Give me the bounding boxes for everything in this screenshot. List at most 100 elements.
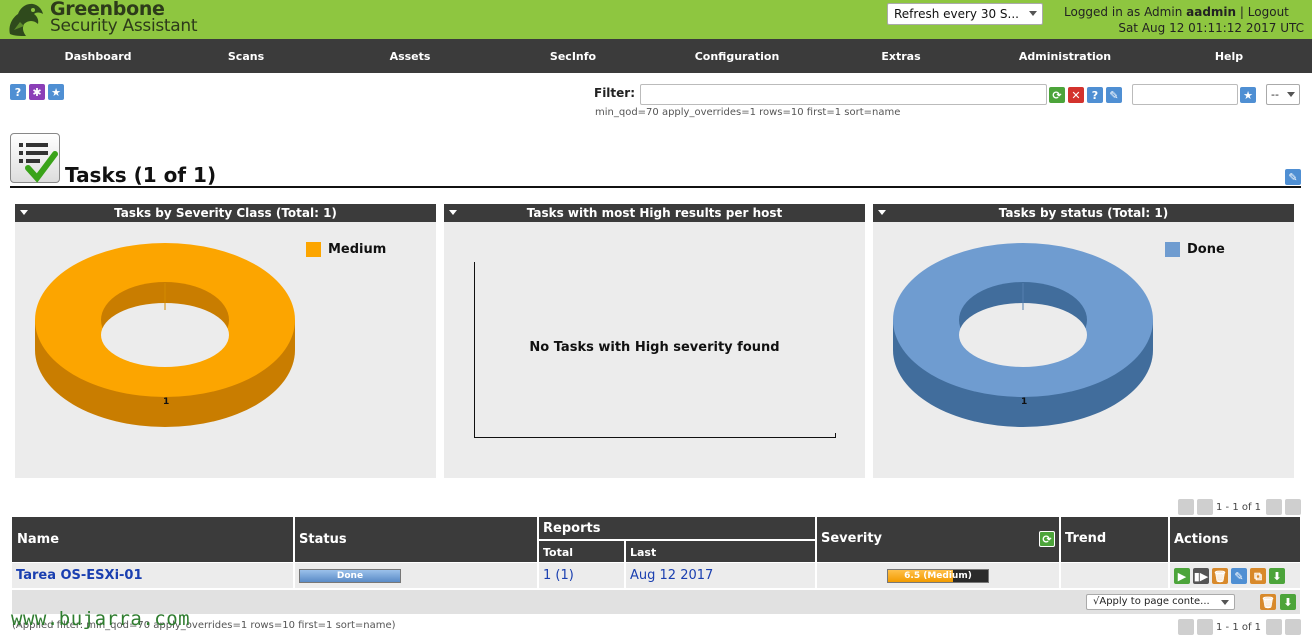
chart-severity-class: Tasks by Severity Class (Total: 1) 1 Med… xyxy=(15,204,436,478)
col-actions: Actions xyxy=(1170,517,1300,562)
empty-message: No Tasks with High severity found xyxy=(529,340,780,355)
star-icon[interactable]: ★ xyxy=(48,84,64,100)
user-role: Admin xyxy=(1144,5,1183,19)
filter-input[interactable] xyxy=(640,84,1047,105)
donut-value-label: 1 xyxy=(1021,397,1028,407)
refresh-icon[interactable]: ⟳ xyxy=(1049,87,1065,103)
overrides-icon[interactable]: ⟳ xyxy=(1039,531,1055,547)
bulk-export-icon[interactable]: ⬇ xyxy=(1280,594,1296,610)
nav-administration[interactable]: Administration xyxy=(1019,50,1111,63)
filter-string: min_qod=70 apply_overrides=1 rows=10 fir… xyxy=(595,107,901,118)
legend-swatch-medium xyxy=(306,242,321,257)
cell-reports-last: Aug 12 2017 xyxy=(626,563,815,588)
nav-dashboard[interactable]: Dashboard xyxy=(64,50,131,63)
nav-configuration[interactable]: Configuration xyxy=(695,50,780,63)
wizard-icon[interactable]: ✱ xyxy=(29,84,45,100)
chart-header[interactable]: Tasks with most High results per host xyxy=(444,204,865,222)
x-axis xyxy=(474,437,836,438)
resume-icon[interactable]: ▮▶ xyxy=(1193,568,1209,584)
col-name[interactable]: Name xyxy=(12,517,293,562)
filter-label: Filter: xyxy=(594,86,636,100)
filter-name-input[interactable] xyxy=(1132,84,1238,105)
severity-bar: 6.5 (Medium) xyxy=(887,569,989,583)
nav-extras[interactable]: Extras xyxy=(881,50,920,63)
first-page-icon[interactable] xyxy=(1178,619,1194,635)
chevron-down-icon xyxy=(1287,92,1295,97)
filter-select[interactable]: -- xyxy=(1266,84,1300,105)
edit-filter-icon[interactable]: ✎ xyxy=(1106,87,1122,103)
nav-assets[interactable]: Assets xyxy=(390,50,431,63)
col-reports-total[interactable]: Total xyxy=(539,541,624,562)
legend-swatch-done xyxy=(1165,242,1180,257)
question-icon[interactable]: ? xyxy=(10,84,26,100)
last-page-icon[interactable] xyxy=(1285,499,1301,515)
start-icon[interactable]: ▶ xyxy=(1174,568,1190,584)
watermark: www.bujarra.com xyxy=(11,608,191,630)
legend-done: Done xyxy=(1187,242,1225,257)
nav-scans[interactable]: Scans xyxy=(228,50,264,63)
prev-page-icon[interactable] xyxy=(1197,499,1213,515)
cell-severity: 6.5 (Medium) xyxy=(817,563,1059,588)
tasks-icon xyxy=(10,133,60,183)
cell-status: Done xyxy=(295,563,537,588)
chart-high-results: Tasks with most High results per host No… xyxy=(444,204,865,478)
next-page-icon[interactable] xyxy=(1266,499,1282,515)
bulk-apply-select[interactable]: √Apply to page conte... xyxy=(1086,594,1235,610)
task-name-link[interactable]: Tarea OS-ESXi-01 xyxy=(16,568,143,583)
filter-select-value: -- xyxy=(1271,88,1279,101)
dashboard-edit-icon[interactable]: ✎ xyxy=(1285,169,1301,185)
severity-donut xyxy=(35,243,295,427)
severity-text: 6.5 (Medium) xyxy=(904,571,972,581)
username-link[interactable]: aadmin xyxy=(1186,5,1236,19)
status-progress-bar[interactable]: Done xyxy=(299,569,401,583)
legend-medium: Medium xyxy=(328,242,387,257)
chevron-down-icon[interactable] xyxy=(878,210,886,215)
edit-icon[interactable]: ✎ xyxy=(1231,568,1247,584)
chevron-down-icon xyxy=(1029,11,1037,16)
chevron-down-icon[interactable] xyxy=(20,210,28,215)
pager-text: 1 - 1 of 1 xyxy=(1216,622,1262,633)
greenbone-logo-icon xyxy=(9,3,44,36)
title-divider xyxy=(10,186,1301,188)
brand-subtitle: Security Assistant xyxy=(50,16,198,36)
chevron-down-icon[interactable] xyxy=(449,210,457,215)
logout-link[interactable]: Logout xyxy=(1248,5,1289,19)
chart-status: Tasks by status (Total: 1) 1 Done xyxy=(873,204,1294,478)
reset-filter-icon[interactable]: ✕ xyxy=(1068,87,1084,103)
col-severity[interactable]: Severity ⟳ xyxy=(817,517,1059,562)
last-page-icon[interactable] xyxy=(1285,619,1301,635)
chart-title: Tasks with most High results per host xyxy=(526,206,783,220)
login-info: Logged in as Admin aadmin | Logout xyxy=(1064,5,1289,19)
chart-title: Tasks by Severity Class (Total: 1) xyxy=(114,206,337,220)
col-trend[interactable]: Trend xyxy=(1061,517,1168,562)
nav-secinfo[interactable]: SecInfo xyxy=(550,50,596,63)
next-page-icon[interactable] xyxy=(1266,619,1282,635)
reports-total-link[interactable]: 1 (1) xyxy=(543,568,574,583)
nav-help[interactable]: Help xyxy=(1215,50,1243,63)
chart-header[interactable]: Tasks by status (Total: 1) xyxy=(873,204,1294,222)
reports-last-link[interactable]: Aug 12 2017 xyxy=(630,568,713,583)
chart-header[interactable]: Tasks by Severity Class (Total: 1) xyxy=(15,204,436,222)
refresh-select[interactable]: Refresh every 30 S... xyxy=(887,3,1043,25)
first-page-icon[interactable] xyxy=(1178,499,1194,515)
refresh-select-value: Refresh every 30 S... xyxy=(894,7,1019,21)
prev-page-icon[interactable] xyxy=(1197,619,1213,635)
top-header: Greenbone Security Assistant Refresh eve… xyxy=(0,0,1312,39)
save-filter-star-icon[interactable]: ★ xyxy=(1240,87,1256,103)
clone-icon[interactable]: ⧉ xyxy=(1250,568,1266,584)
trashcan-icon[interactable]: 🗑 xyxy=(1212,568,1228,584)
separator: | xyxy=(1239,5,1244,19)
cell-name: Tarea OS-ESXi-01 xyxy=(12,563,293,588)
bulk-trashcan-icon[interactable]: 🗑 xyxy=(1260,594,1276,610)
table-row: Tarea OS-ESXi-01 Done 1 (1) Aug 12 2017 … xyxy=(12,563,1300,588)
donut-value-label: 1 xyxy=(163,397,170,407)
filter-help-icon[interactable]: ? xyxy=(1087,87,1103,103)
col-status[interactable]: Status xyxy=(295,517,537,562)
chart-title: Tasks by status (Total: 1) xyxy=(998,206,1169,220)
page-title: Tasks (1 of 1) xyxy=(65,163,217,187)
export-icon[interactable]: ⬇ xyxy=(1269,568,1285,584)
col-reports: Reports xyxy=(539,517,815,539)
status-donut xyxy=(893,243,1153,427)
cell-trend xyxy=(1061,563,1168,588)
col-reports-last[interactable]: Last xyxy=(626,541,815,562)
